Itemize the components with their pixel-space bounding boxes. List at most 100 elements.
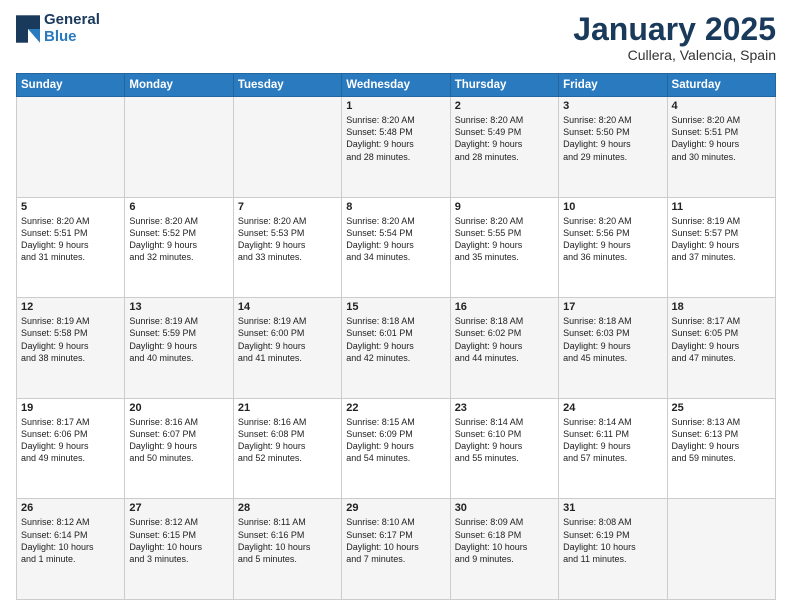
day-number: 15 xyxy=(346,301,445,313)
day-info: Sunrise: 8:20 AM Sunset: 5:48 PM Dayligh… xyxy=(346,114,445,163)
header: General Blue January 2025 Cullera, Valen… xyxy=(16,12,776,63)
location-subtitle: Cullera, Valencia, Spain xyxy=(573,47,776,63)
day-info: Sunrise: 8:13 AM Sunset: 6:13 PM Dayligh… xyxy=(672,416,771,465)
calendar-cell: 29 Sunrise: 8:10 AM Sunset: 6:17 PM Dayli… xyxy=(342,499,450,600)
day-number: 26 xyxy=(21,502,120,514)
calendar-cell: 20 Sunrise: 8:16 AM Sunset: 6:07 PM Dayli… xyxy=(125,398,233,499)
logo-text: General Blue xyxy=(44,12,100,45)
calendar-cell: 17 Sunrise: 8:18 AM Sunset: 6:03 PM Dayli… xyxy=(559,298,667,399)
calendar-cell: 8 Sunrise: 8:20 AM Sunset: 5:54 PM Daylig… xyxy=(342,197,450,298)
calendar-cell: 27Sunrise: 8:12 AM Sunset: 6:15 PM Dayli… xyxy=(125,499,233,600)
calendar-cell: 6 Sunrise: 8:20 AM Sunset: 5:52 PM Daylig… xyxy=(125,197,233,298)
day-info: Sunrise: 8:14 AM Sunset: 6:11 PM Dayligh… xyxy=(563,416,662,465)
day-info: Sunrise: 8:19 AM Sunset: 5:59 PM Dayligh… xyxy=(129,315,228,364)
day-number: 2 xyxy=(455,100,554,112)
col-header-sunday: Sunday xyxy=(17,74,125,97)
calendar-cell: 25 Sunrise: 8:13 AM Sunset: 6:13 PM Dayli… xyxy=(667,398,775,499)
day-info: Sunrise: 8:08 AM Sunset: 6:19 PM Dayligh… xyxy=(563,516,662,565)
calendar-cell xyxy=(233,97,341,198)
day-number: 5 xyxy=(21,201,120,213)
day-info: Sunrise: 8:20 AM Sunset: 5:50 PM Dayligh… xyxy=(563,114,662,163)
calendar-row-3: 12 Sunrise: 8:19 AM Sunset: 5:58 PM Dayli… xyxy=(17,298,776,399)
col-header-monday: Monday xyxy=(125,74,233,97)
day-number: 25 xyxy=(672,402,771,414)
calendar-cell: 14Sunrise: 8:19 AM Sunset: 6:00 PM Dayli… xyxy=(233,298,341,399)
calendar-row-2: 5 Sunrise: 8:20 AM Sunset: 5:51 PM Daylig… xyxy=(17,197,776,298)
day-info: Sunrise: 8:12 AM Sunset: 6:14 PM Dayligh… xyxy=(21,516,120,565)
calendar-cell: 13 Sunrise: 8:19 AM Sunset: 5:59 PM Dayli… xyxy=(125,298,233,399)
day-info: Sunrise: 8:14 AM Sunset: 6:10 PM Dayligh… xyxy=(455,416,554,465)
calendar-cell: 24Sunrise: 8:14 AM Sunset: 6:11 PM Dayli… xyxy=(559,398,667,499)
day-info: Sunrise: 8:10 AM Sunset: 6:17 PM Dayligh… xyxy=(346,516,445,565)
calendar-cell: 23Sunrise: 8:14 AM Sunset: 6:10 PM Dayli… xyxy=(450,398,558,499)
day-number: 10 xyxy=(563,201,662,213)
calendar-cell xyxy=(667,499,775,600)
day-number: 18 xyxy=(672,301,771,313)
day-number: 28 xyxy=(238,502,337,514)
day-info: Sunrise: 8:17 AM Sunset: 6:05 PM Dayligh… xyxy=(672,315,771,364)
day-number: 11 xyxy=(672,201,771,213)
day-info: Sunrise: 8:19 AM Sunset: 5:57 PM Dayligh… xyxy=(672,215,771,264)
col-header-saturday: Saturday xyxy=(667,74,775,97)
day-info: Sunrise: 8:18 AM Sunset: 6:02 PM Dayligh… xyxy=(455,315,554,364)
calendar-cell: 10Sunrise: 8:20 AM Sunset: 5:56 PM Dayli… xyxy=(559,197,667,298)
day-info: Sunrise: 8:20 AM Sunset: 5:51 PM Dayligh… xyxy=(21,215,120,264)
day-number: 20 xyxy=(129,402,228,414)
day-info: Sunrise: 8:16 AM Sunset: 6:08 PM Dayligh… xyxy=(238,416,337,465)
day-info: Sunrise: 8:20 AM Sunset: 5:52 PM Dayligh… xyxy=(129,215,228,264)
calendar-row-1: 1Sunrise: 8:20 AM Sunset: 5:48 PM Daylig… xyxy=(17,97,776,198)
day-number: 30 xyxy=(455,502,554,514)
calendar-cell: 18 Sunrise: 8:17 AM Sunset: 6:05 PM Dayli… xyxy=(667,298,775,399)
day-info: Sunrise: 8:19 AM Sunset: 5:58 PM Dayligh… xyxy=(21,315,120,364)
calendar-cell: 22Sunrise: 8:15 AM Sunset: 6:09 PM Dayli… xyxy=(342,398,450,499)
day-info: Sunrise: 8:18 AM Sunset: 6:03 PM Dayligh… xyxy=(563,315,662,364)
calendar-cell xyxy=(125,97,233,198)
col-header-wednesday: Wednesday xyxy=(342,74,450,97)
calendar-cell: 16Sunrise: 8:18 AM Sunset: 6:02 PM Dayli… xyxy=(450,298,558,399)
day-info: Sunrise: 8:20 AM Sunset: 5:55 PM Dayligh… xyxy=(455,215,554,264)
day-number: 22 xyxy=(346,402,445,414)
day-number: 31 xyxy=(563,502,662,514)
day-number: 17 xyxy=(563,301,662,313)
day-info: Sunrise: 8:20 AM Sunset: 5:54 PM Dayligh… xyxy=(346,215,445,264)
day-info: Sunrise: 8:16 AM Sunset: 6:07 PM Dayligh… xyxy=(129,416,228,465)
day-number: 4 xyxy=(672,100,771,112)
calendar-cell: 4Sunrise: 8:20 AM Sunset: 5:51 PM Daylig… xyxy=(667,97,775,198)
calendar-cell: 28 Sunrise: 8:11 AM Sunset: 6:16 PM Dayli… xyxy=(233,499,341,600)
calendar-cell: 1Sunrise: 8:20 AM Sunset: 5:48 PM Daylig… xyxy=(342,97,450,198)
day-info: Sunrise: 8:18 AM Sunset: 6:01 PM Dayligh… xyxy=(346,315,445,364)
calendar-cell: 2 Sunrise: 8:20 AM Sunset: 5:49 PM Daylig… xyxy=(450,97,558,198)
day-number: 27 xyxy=(129,502,228,514)
calendar-cell: 3 Sunrise: 8:20 AM Sunset: 5:50 PM Daylig… xyxy=(559,97,667,198)
logo: General Blue xyxy=(16,12,100,45)
calendar-cell: 19 Sunrise: 8:17 AM Sunset: 6:06 PM Dayli… xyxy=(17,398,125,499)
day-number: 21 xyxy=(238,402,337,414)
day-info: Sunrise: 8:20 AM Sunset: 5:53 PM Dayligh… xyxy=(238,215,337,264)
calendar-cell: 15 Sunrise: 8:18 AM Sunset: 6:01 PM Dayli… xyxy=(342,298,450,399)
calendar-cell xyxy=(17,97,125,198)
calendar-cell: 5 Sunrise: 8:20 AM Sunset: 5:51 PM Daylig… xyxy=(17,197,125,298)
day-info: Sunrise: 8:09 AM Sunset: 6:18 PM Dayligh… xyxy=(455,516,554,565)
day-info: Sunrise: 8:17 AM Sunset: 6:06 PM Dayligh… xyxy=(21,416,120,465)
day-info: Sunrise: 8:20 AM Sunset: 5:49 PM Dayligh… xyxy=(455,114,554,163)
calendar-table: SundayMondayTuesdayWednesdayThursdayFrid… xyxy=(16,73,776,600)
day-number: 12 xyxy=(21,301,120,313)
day-info: Sunrise: 8:11 AM Sunset: 6:16 PM Dayligh… xyxy=(238,516,337,565)
logo-icon xyxy=(16,15,40,43)
calendar-header-row: SundayMondayTuesdayWednesdayThursdayFrid… xyxy=(17,74,776,97)
calendar-cell: 31 Sunrise: 8:08 AM Sunset: 6:19 PM Dayli… xyxy=(559,499,667,600)
calendar-row-5: 26 Sunrise: 8:12 AM Sunset: 6:14 PM Dayli… xyxy=(17,499,776,600)
day-number: 14 xyxy=(238,301,337,313)
page: General Blue January 2025 Cullera, Valen… xyxy=(0,0,792,612)
day-number: 19 xyxy=(21,402,120,414)
day-number: 7 xyxy=(238,201,337,213)
month-title: January 2025 xyxy=(573,12,776,47)
col-header-tuesday: Tuesday xyxy=(233,74,341,97)
day-number: 3 xyxy=(563,100,662,112)
calendar-row-4: 19 Sunrise: 8:17 AM Sunset: 6:06 PM Dayli… xyxy=(17,398,776,499)
day-number: 13 xyxy=(129,301,228,313)
day-number: 8 xyxy=(346,201,445,213)
day-number: 6 xyxy=(129,201,228,213)
day-number: 29 xyxy=(346,502,445,514)
day-number: 9 xyxy=(455,201,554,213)
